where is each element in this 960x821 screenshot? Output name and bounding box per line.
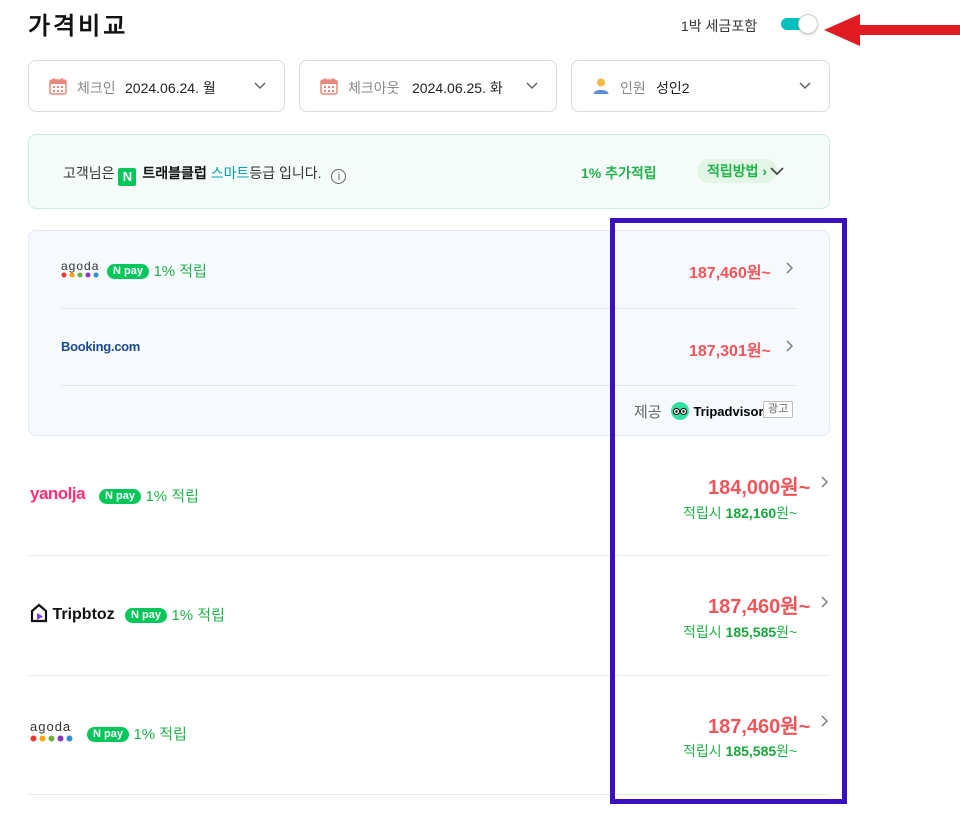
agoda-dots-icon (30, 735, 73, 742)
agoda-points: N pay 1% 적립 (87, 723, 187, 744)
membership-brand: 트래블클럽 (142, 165, 207, 181)
npay-badge: N pay (125, 608, 167, 623)
extra-points-label: 1% 추가적립 (581, 165, 657, 181)
checkout-label: 체크아웃 (348, 80, 400, 96)
checkin-label: 체크인 (77, 80, 116, 96)
points-method-button[interactable]: 적립방법 › (697, 159, 778, 183)
npay-badge: N pay (87, 727, 129, 742)
tax-toggle[interactable] (781, 14, 818, 34)
agoda-points: N pay 1% 적립 (107, 260, 207, 281)
points-label: 1% 적립 (133, 726, 187, 743)
guests-label: 인원 (620, 80, 646, 96)
checkout-value: 2024.06.25. 화 (412, 80, 503, 96)
membership-suffix: 등급 입니다. (249, 165, 322, 181)
agoda-logo: agoda (30, 718, 90, 744)
guests-field[interactable]: 인원 성인2 (571, 60, 830, 112)
checkin-field[interactable]: 체크인 2024.06.24. 월 (28, 60, 285, 112)
npay-badge: N pay (107, 264, 149, 279)
info-icon[interactable]: i (331, 169, 347, 184)
tax-toggle-label: 1박 세금포함 (681, 18, 758, 34)
chevron-down-icon (254, 82, 266, 90)
agoda-wordmark: agoda (30, 719, 72, 734)
checkout-field[interactable]: 체크아웃 2024.06.25. 화 (299, 60, 557, 112)
membership-grade: 스마트 (210, 165, 250, 181)
chevron-down-icon[interactable] (769, 163, 785, 179)
toggle-knob (798, 14, 818, 34)
tripbtoz-points: N pay 1% 적립 (125, 604, 225, 625)
chevron-down-icon (526, 82, 538, 90)
points-label: 1% 적립 (145, 488, 199, 505)
agoda-wordmark: agoda (61, 259, 100, 273)
booking-logo: Booking.com (61, 339, 141, 354)
page-title: 가격비교 (28, 13, 129, 40)
yanolja-logo: yanolja (30, 484, 86, 503)
tripbtoz-wordmark: Tripbtoz (52, 606, 115, 623)
guests-value: 성인2 (656, 80, 690, 96)
annotation-highlight-box (610, 218, 847, 804)
naver-n-icon: N (118, 168, 137, 186)
npay-badge: N pay (99, 489, 141, 504)
tripbtoz-logo: Tripbtoz (30, 603, 115, 623)
yanolja-points: N pay 1% 적립 (99, 485, 199, 506)
calendar-icon (320, 78, 338, 95)
calendar-icon (49, 78, 67, 95)
annotation-arrow (824, 14, 960, 46)
membership-text: 고객님은 N 트래블클럽 스마트등급 입니다. i (63, 163, 347, 186)
points-label: 1% 적립 (153, 263, 207, 280)
membership-prefix: 고객님은 (63, 165, 115, 181)
agoda-dots-icon (61, 272, 99, 278)
membership-banner: 고객님은 N 트래블클럽 스마트등급 입니다. i 1% 추가적립 적립방법 › (28, 134, 830, 209)
chevron-down-icon (799, 82, 811, 90)
person-icon (593, 78, 609, 94)
tripbtoz-house-icon (30, 603, 48, 623)
checkin-value: 2024.06.24. 월 (125, 80, 216, 96)
points-label: 1% 적립 (171, 607, 225, 624)
